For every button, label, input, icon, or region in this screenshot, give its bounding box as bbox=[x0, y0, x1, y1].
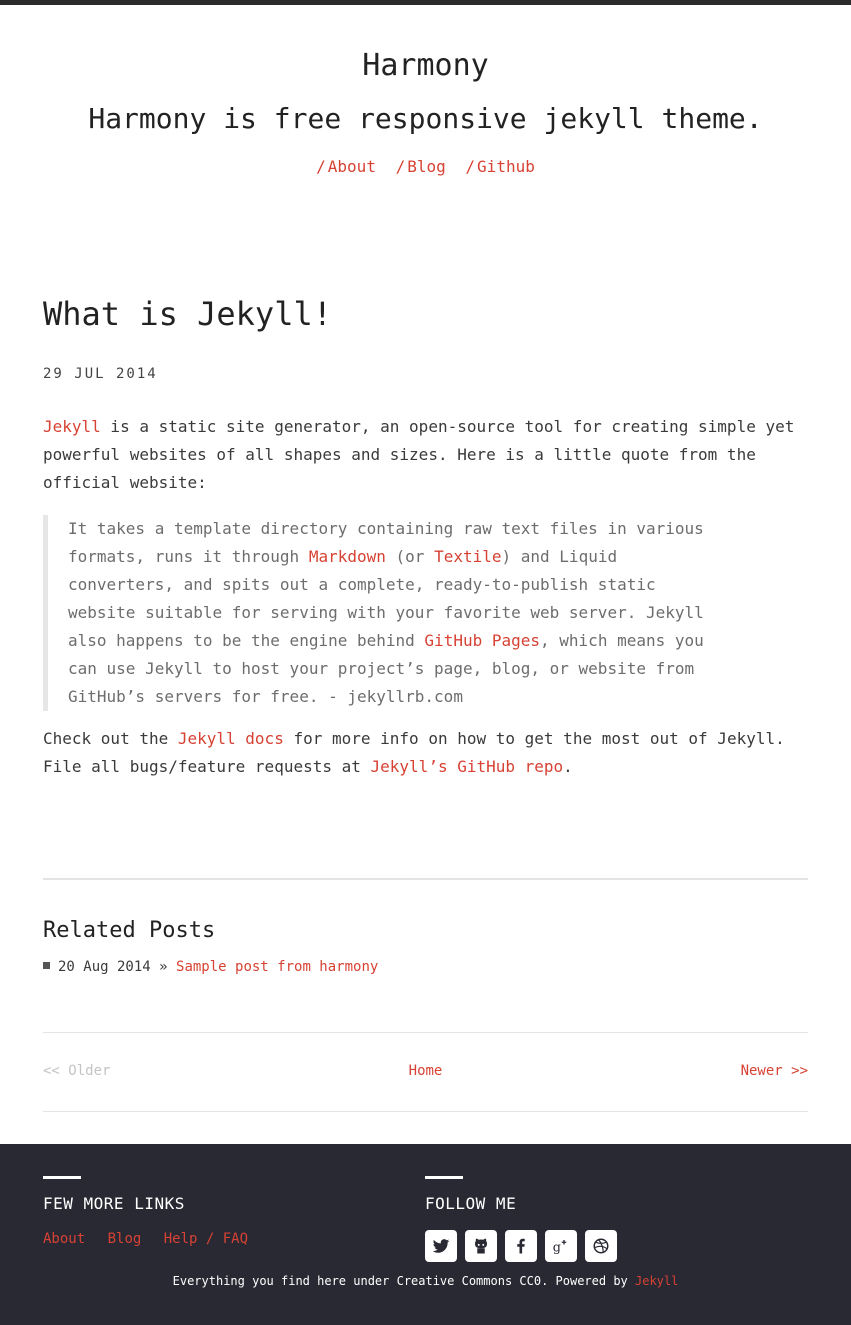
footer-accent-bar bbox=[425, 1176, 463, 1179]
google-plus-button[interactable]: g bbox=[545, 1230, 577, 1262]
twitter-icon bbox=[432, 1239, 450, 1253]
post-outro: Check out the Jekyll docs for more info … bbox=[43, 725, 808, 781]
nav-item-about[interactable]: / About bbox=[316, 157, 376, 176]
blockquote: It takes a template directory containing… bbox=[43, 515, 808, 711]
footer-follow-title: FOLLOW ME bbox=[425, 1194, 517, 1213]
quote-text: It takes a template directory containing… bbox=[68, 515, 728, 711]
pager-bottom-divider bbox=[43, 1111, 808, 1112]
footer-links-section: FEW MORE LINKS About Blog Help / FAQ bbox=[43, 1176, 262, 1249]
nav-slash: / bbox=[465, 157, 476, 176]
github-button[interactable] bbox=[465, 1230, 497, 1262]
footer-links: About Blog Help / FAQ bbox=[43, 1229, 262, 1249]
footer-accent-bar bbox=[43, 1176, 81, 1179]
pager-top-divider bbox=[43, 1032, 808, 1033]
post-body: Jekyll is a static site generator, an op… bbox=[43, 413, 808, 781]
twitter-button[interactable] bbox=[425, 1230, 457, 1262]
related-post-link[interactable]: Sample post from harmony bbox=[176, 956, 378, 978]
nav-item-label: Github bbox=[477, 157, 535, 176]
google-plus-icon: g bbox=[553, 1240, 567, 1255]
post-divider bbox=[43, 878, 808, 880]
github-pages-link[interactable]: GitHub Pages bbox=[424, 631, 540, 650]
footer-links-title: FEW MORE LINKS bbox=[43, 1194, 185, 1213]
nav-slash: / bbox=[395, 157, 406, 176]
intro-text: is a static site generator, an open-sour… bbox=[43, 417, 795, 492]
newer-link[interactable]: Newer >> bbox=[741, 1060, 808, 1082]
github-icon bbox=[475, 1238, 487, 1254]
site-title[interactable]: Harmony bbox=[0, 46, 851, 86]
related-post-separator: » bbox=[150, 959, 177, 975]
nav-item-label: Blog bbox=[407, 157, 446, 176]
footer-link-about[interactable]: About bbox=[43, 1231, 85, 1247]
square-bullet-icon bbox=[43, 961, 50, 969]
facebook-button[interactable] bbox=[505, 1230, 537, 1262]
nav-slash: / bbox=[316, 157, 326, 176]
svg-text:g: g bbox=[553, 1240, 561, 1255]
outro-fragment: Check out the bbox=[43, 729, 178, 748]
markdown-link[interactable]: Markdown bbox=[309, 547, 386, 566]
textile-link[interactable]: Textile bbox=[434, 547, 501, 566]
nav-item-blog[interactable]: / Blog bbox=[396, 157, 446, 176]
social-icons: g bbox=[425, 1230, 625, 1262]
jekyll-link[interactable]: Jekyll bbox=[43, 417, 101, 436]
top-bar bbox=[0, 0, 851, 5]
dribbble-button[interactable] bbox=[585, 1230, 617, 1262]
related-post-date: 20 Aug 2014 bbox=[58, 959, 151, 975]
copyright: Everything you find here under Creative … bbox=[0, 1272, 851, 1290]
jekyll-github-repo-link[interactable]: Jekyll’s GitHub repo bbox=[371, 757, 564, 776]
related-posts-title: Related Posts bbox=[43, 918, 216, 943]
copyright-text: Everything you find here under Creative … bbox=[172, 1274, 635, 1288]
home-link[interactable]: Home bbox=[43, 1060, 808, 1082]
list-item: 20 Aug 2014 » Sample post from harmony bbox=[43, 956, 378, 978]
site-tagline: Harmony is free responsive jekyll theme. bbox=[88, 102, 763, 135]
facebook-icon bbox=[517, 1238, 525, 1254]
main-nav: / About / Blog / Github bbox=[0, 156, 851, 178]
footer-link-help-faq[interactable]: Help / FAQ bbox=[164, 1231, 248, 1247]
nav-item-label: About bbox=[327, 157, 376, 176]
footer-link-blog[interactable]: Blog bbox=[108, 1231, 142, 1247]
post-date: 29 JUL 2014 bbox=[43, 366, 158, 382]
outro-fragment: . bbox=[563, 757, 573, 776]
quote-fragment: (or bbox=[385, 547, 435, 566]
nav-item-github[interactable]: / Github bbox=[465, 157, 534, 176]
powered-by-jekyll-link[interactable]: Jekyll bbox=[635, 1274, 678, 1288]
footer-follow-section: FOLLOW ME g bbox=[425, 1176, 625, 1262]
dribbble-icon bbox=[593, 1238, 609, 1254]
post-title: What is Jekyll! bbox=[43, 295, 332, 333]
site-footer: FEW MORE LINKS About Blog Help / FAQ FOL… bbox=[0, 1144, 851, 1325]
related-posts-list: 20 Aug 2014 » Sample post from harmony bbox=[43, 956, 378, 978]
post-intro: Jekyll is a static site generator, an op… bbox=[43, 413, 808, 497]
jekyll-docs-link[interactable]: Jekyll docs bbox=[178, 729, 284, 748]
